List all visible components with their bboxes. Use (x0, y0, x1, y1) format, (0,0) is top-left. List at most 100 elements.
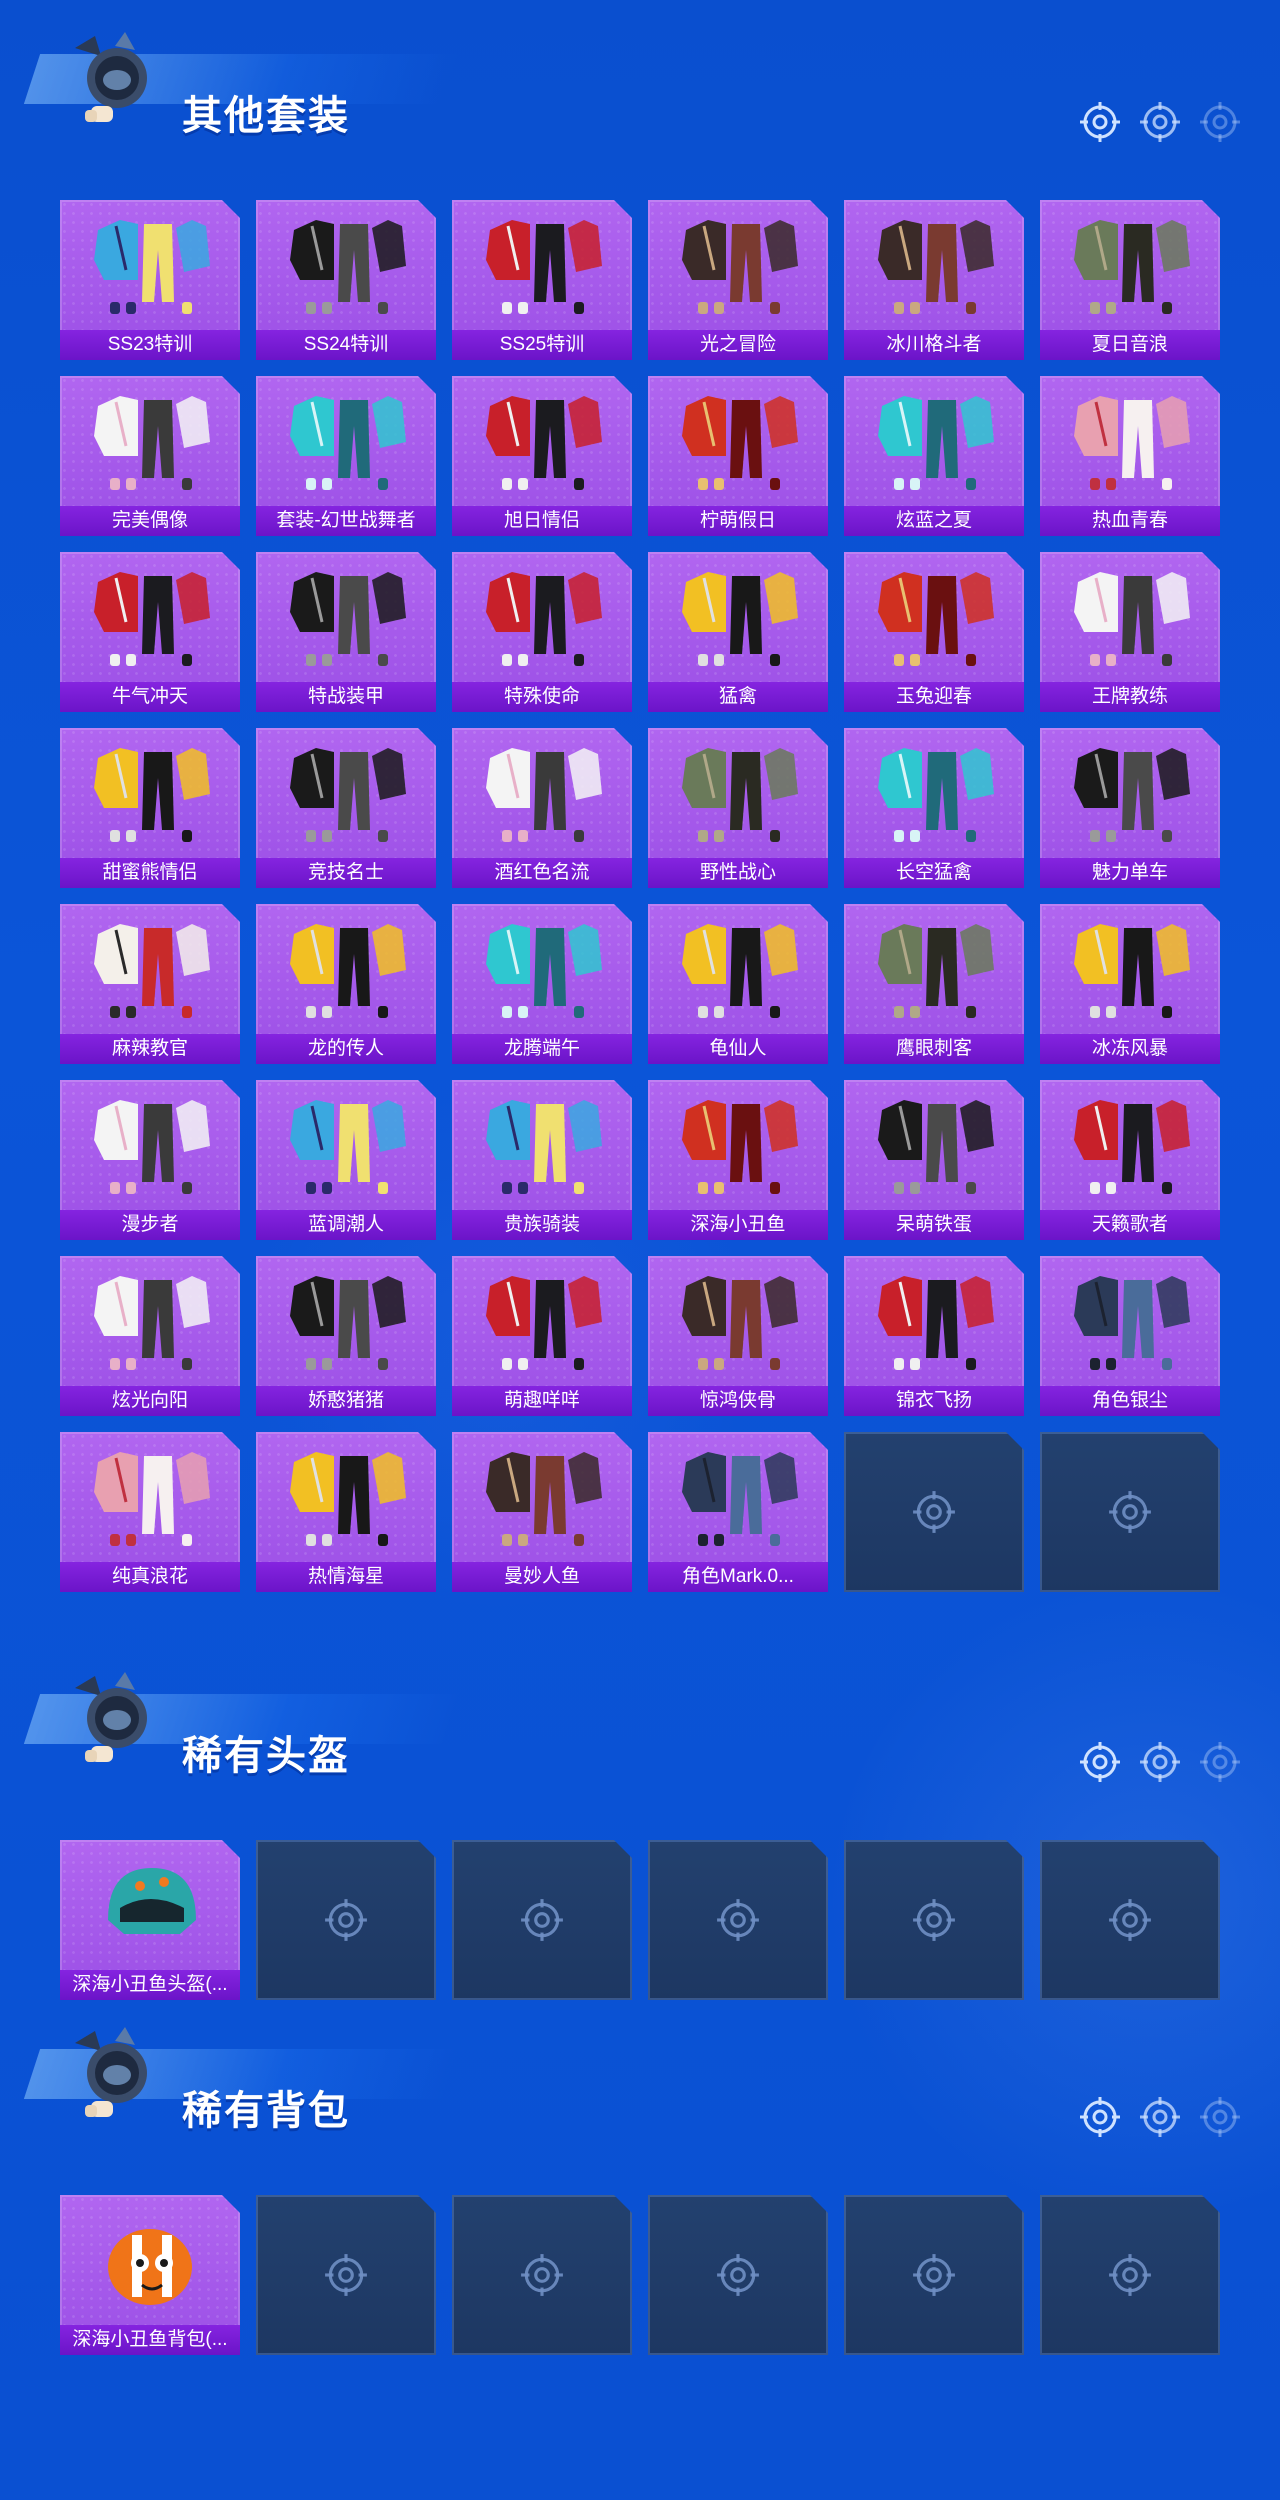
item-card[interactable]: 天籁歌者 (1040, 1080, 1220, 1240)
crosshair-icon (521, 2254, 563, 2296)
item-card[interactable]: SS25特训 (452, 200, 632, 360)
item-label: 蓝调潮人 (256, 1210, 436, 1240)
crosshair-icon (1198, 1740, 1242, 1784)
crosshair-icon (913, 1491, 955, 1533)
item-card[interactable]: 深海小丑鱼 (648, 1080, 828, 1240)
item-card[interactable]: 鹰眼刺客 (844, 904, 1024, 1064)
item-image (80, 1266, 220, 1378)
item-card[interactable]: 萌趣咩咩 (452, 1256, 632, 1416)
item-card[interactable]: 曼妙人鱼 (452, 1432, 632, 1592)
item-card[interactable]: 角色Mark.0... (648, 1432, 828, 1592)
item-card[interactable]: 特殊使命 (452, 552, 632, 712)
backpack-clownfish-icon (108, 2229, 192, 2305)
item-card[interactable]: 玉兔迎春 (844, 552, 1024, 712)
silver-dust-icon (1074, 1276, 1190, 1370)
item-card[interactable]: 娇憨猪猪 (256, 1256, 436, 1416)
item-label: 炫光向阳 (60, 1386, 240, 1416)
item-card[interactable]: 深海小丑鱼头盔(... (60, 1840, 240, 2000)
section-header: 稀有背包 (0, 1995, 1280, 2137)
item-card[interactable]: 龙的传人 (256, 904, 436, 1064)
item-image (472, 914, 612, 1026)
item-label: 特殊使命 (452, 682, 632, 712)
item-image (668, 386, 808, 498)
item-card[interactable]: 角色银尘 (1040, 1256, 1220, 1416)
item-card[interactable]: 套装-幻世战舞者 (256, 376, 436, 536)
ops-black-icon (486, 572, 602, 666)
item-card[interactable]: 旭日情侣 (452, 376, 632, 536)
item-image (80, 210, 220, 322)
crosshair-icon (1138, 1740, 1182, 1784)
item-card[interactable]: 炫蓝之夏 (844, 376, 1024, 536)
item-card[interactable]: 麻辣教官 (60, 904, 240, 1064)
rabbit-red-white-icon (878, 572, 994, 666)
empty-slot (1040, 1840, 1220, 2000)
item-card[interactable]: 纯真浪花 (60, 1432, 240, 1592)
empty-slot (256, 2195, 436, 2355)
item-card[interactable]: 热情海星 (256, 1432, 436, 1592)
crosshair-icon (521, 1899, 563, 1941)
mascot-icon (55, 2025, 165, 2125)
suit-yellow-black-icon (682, 220, 798, 314)
item-label: 龙腾端午 (452, 1034, 632, 1064)
knight-dark-icon (682, 1276, 798, 1370)
item-card[interactable]: SS24特训 (256, 200, 436, 360)
item-label: 龙的传人 (256, 1034, 436, 1064)
dancer-blue-icon (290, 396, 406, 490)
item-card[interactable]: 冰冻风暴 (1040, 904, 1220, 1064)
suit-teal-icon (878, 396, 994, 490)
item-card[interactable]: 猛禽 (648, 552, 828, 712)
item-card[interactable]: 蓝调潮人 (256, 1080, 436, 1240)
item-card[interactable]: 锦衣飞扬 (844, 1256, 1024, 1416)
item-image (472, 1266, 612, 1378)
empty-slot (648, 2195, 828, 2355)
item-card[interactable]: 完美偶像 (60, 376, 240, 536)
item-card[interactable]: 甜蜜熊情侣 (60, 728, 240, 888)
empty-slot (844, 2195, 1024, 2355)
item-card[interactable]: 牛气冲天 (60, 552, 240, 712)
empty-slot (648, 1840, 828, 2000)
item-image (80, 738, 220, 850)
item-card[interactable]: 魅力单车 (1040, 728, 1220, 888)
item-label: 长空猛禽 (844, 858, 1024, 888)
item-card[interactable]: 柠萌假日 (648, 376, 828, 536)
jacket-crimson-icon (486, 924, 602, 1018)
item-image (80, 914, 220, 1026)
item-card[interactable]: 竞技名士 (256, 728, 436, 888)
item-card[interactable]: SS23特训 (60, 200, 240, 360)
item-card[interactable]: 酒红色名流 (452, 728, 632, 888)
suit-wine-icon (486, 748, 602, 842)
item-card[interactable]: 龟仙人 (648, 904, 828, 1064)
dress-yellow-icon (682, 396, 798, 490)
item-label: 贵族骑装 (452, 1210, 632, 1240)
item-label: 曼妙人鱼 (452, 1562, 632, 1592)
section-header: 稀有头盔 (0, 1640, 1280, 1782)
robot-orange-icon (878, 1100, 994, 1194)
vest-orange-icon (682, 748, 798, 842)
item-card[interactable]: 王牌教练 (1040, 552, 1220, 712)
item-card[interactable]: 呆萌铁蛋 (844, 1080, 1024, 1240)
item-card[interactable]: 热血青春 (1040, 376, 1220, 536)
item-card[interactable]: 漫步者 (60, 1080, 240, 1240)
item-card[interactable]: 贵族骑装 (452, 1080, 632, 1240)
sheep-blue-icon (486, 1276, 602, 1370)
item-card[interactable]: 夏日音浪 (1040, 200, 1220, 360)
crosshair-icon (325, 2254, 367, 2296)
item-card[interactable]: 龙腾端午 (452, 904, 632, 1064)
mascot-icon (55, 30, 165, 130)
instructor-white-icon (94, 924, 210, 1018)
item-card[interactable]: 冰川格斗者 (844, 200, 1024, 360)
crosshair-icon (1109, 1899, 1151, 1941)
item-card[interactable]: 炫光向阳 (60, 1256, 240, 1416)
item-card[interactable]: 长空猛禽 (844, 728, 1024, 888)
storm-black-icon (1074, 924, 1190, 1018)
item-card[interactable]: 特战装甲 (256, 552, 436, 712)
item-image (80, 386, 220, 498)
item-image (1060, 914, 1200, 1026)
crosshair-icon (1107, 1489, 1153, 1535)
item-card[interactable]: 光之冒险 (648, 200, 828, 360)
item-card[interactable]: 惊鸿侠骨 (648, 1256, 828, 1416)
crosshair-icon (911, 2252, 957, 2298)
item-card[interactable]: 深海小丑鱼背包(... (60, 2195, 240, 2355)
item-image (472, 386, 612, 498)
item-card[interactable]: 野性战心 (648, 728, 828, 888)
